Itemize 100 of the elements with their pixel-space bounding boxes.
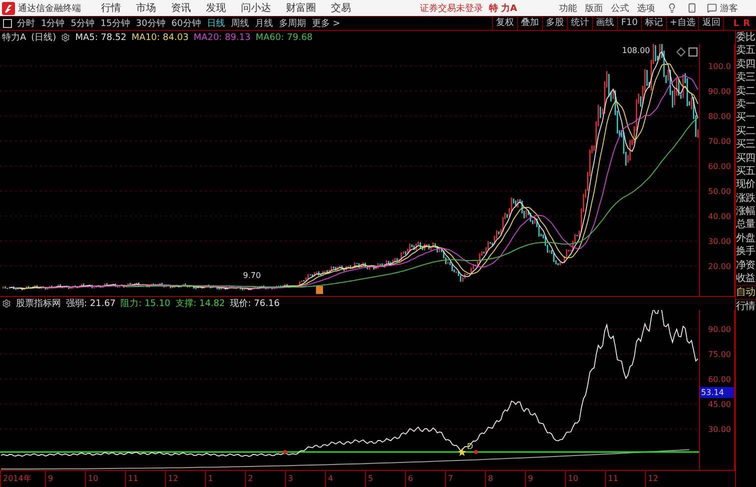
date-axis-label: 4 [325,471,365,487]
quote-field-label: 卖二 [736,84,756,98]
quote-field-label: 现价 [736,178,756,192]
quote-field-label: 收益 [736,272,756,286]
indicator-value: 支撑: 14.82 [175,298,226,310]
corner-label: R [743,18,750,28]
quote-field-label: 买五 [736,164,756,178]
indicator-value: MA60: 79.68 [256,32,313,42]
quote-field-label: 卖一 [736,98,756,112]
chart-tool-button[interactable]: 多股 [542,17,568,30]
menu-item[interactable]: 行情 [101,1,121,15]
chart-tool-button[interactable]: 叠加 [517,17,542,30]
menu-item[interactable]: 交易 [331,1,351,15]
indicator-value: 现价: 76.16 [230,298,280,310]
menu-item[interactable]: 问小达 [241,1,271,15]
indicator-value: 阻力: 15.10 [120,298,170,310]
price-axis-label: 40.00 [707,210,732,222]
menu-item[interactable]: 公式 [611,2,630,14]
date-axis-label: 9 [525,471,565,487]
quote-field-label: 外盘 [736,232,756,246]
date-axis-label: 7 [445,471,485,487]
menu-item[interactable]: 发现 [206,1,226,15]
period-tab[interactable]: 日线 [206,17,225,30]
date-axis-label: 2014年 [0,471,45,487]
indicator-name: 股票指标网 [16,298,61,310]
menu-item[interactable]: 财富圈 [286,1,316,15]
quote-field-label: 买二 [736,124,756,138]
quote-field-label: 卖三 [736,71,756,85]
chart-tool-button[interactable]: 返回 [698,17,724,30]
price-axis-label: 50.00 [707,186,732,196]
menu-item[interactable]: 选项 [637,2,656,14]
chart-tool-button[interactable]: 复权 [492,17,518,30]
menu-item[interactable]: 版面 [585,2,604,14]
indicator-value: MA20: 89.13 [194,32,251,42]
quote-field-label: 买一 [736,111,756,125]
period-tab[interactable]: 多周期 [278,17,306,30]
price-axis-label: 100.0 [707,60,732,72]
indicator-value: 强弱: 21.67 [66,298,116,310]
date-axis-label: 11 [605,471,645,487]
menu-item[interactable]: 功能 [559,2,578,14]
date-axis-label: 11 [125,471,165,487]
date-axis-label: 5 [365,471,405,487]
period-tab[interactable]: 分时 [17,17,35,30]
quote-field-label: 涨跌 [736,192,756,206]
indicator-axis-label: 45.00 [707,399,732,410]
price-axis-label: 70.00 [707,136,732,146]
stock-title: 特力A [2,32,26,44]
stock-name: 特 力A [489,2,518,14]
date-axis-label: 3 [285,471,325,487]
price-axis-label: 80.00 [707,110,732,122]
period-tab[interactable]: 60分钟 [171,17,201,30]
quote-field-label: 卖五 [736,44,756,58]
period-tab[interactable]: 更多 > [312,17,340,30]
price-axis-label: 60.00 [707,160,732,172]
login-status[interactable]: 证券交易未登录 [420,2,483,14]
quote-field-label: 换手 [736,245,756,259]
chart-tool-button[interactable]: 标记 [640,17,666,30]
side-tab[interactable]: 行情 [736,299,756,314]
period-tab[interactable]: 15分钟 [100,17,130,30]
menu-item[interactable]: 资讯 [171,1,191,15]
date-axis-label: 10 [565,471,605,487]
indicator-axis-label: 75.00 [707,349,732,360]
signal-label: D [467,442,474,451]
side-tab[interactable]: 自动 [736,285,756,300]
date-axis-label: 12 [165,471,205,487]
high-price-label: 108.00 [622,46,650,55]
current-value-badge: 53.14 [700,387,734,398]
indicator-axis-label: 30.00 [707,424,732,435]
period-tab[interactable]: 周线 [230,17,249,30]
period-label: (日线) [31,32,56,44]
date-axis-label: 12 [645,471,685,487]
chart-tool-button[interactable]: +自选 [666,17,698,30]
period-tab[interactable]: 1分钟 [41,17,65,30]
corner-label: L [733,18,740,28]
date-axis-label: 2 [245,471,285,487]
menu-item[interactable]: 市场 [136,1,156,15]
quote-field-label: 涨幅 [736,205,756,218]
quote-field-label: 买三 [736,138,756,152]
price-axis-label: 20.00 [707,260,732,272]
price-axis-label: 30.00 [707,236,732,246]
quote-field-label: 净资 [736,258,756,272]
indicator-value: MA5: 78.52 [75,32,127,42]
indicator-axis-label: 60.00 [707,374,732,385]
date-axis-label: 9 [45,471,85,487]
chart-tool-button[interactable]: F10 [617,17,641,30]
chart-tool-button[interactable]: 画线 [592,17,618,30]
low-price-label: 9.70 [243,271,261,280]
chart-tool-button[interactable]: 统计 [567,17,592,30]
indicator-axis-label: 90.00 [707,324,732,335]
price-axis-label: 90.00 [707,86,732,96]
app-title: 通达信金融终端 [18,2,81,14]
date-axis-label: 6 [405,471,445,487]
period-tab[interactable]: 5分钟 [70,17,94,30]
quote-field-label: 卖四 [736,58,756,72]
quote-field-label: 委比 [736,31,756,44]
period-tab[interactable]: 30分钟 [136,17,166,30]
period-tab[interactable]: 月线 [254,17,273,30]
user-name[interactable]: 游客 [720,2,738,14]
date-axis-label: 10 [85,471,125,487]
quote-field-label: 总量 [736,218,756,232]
